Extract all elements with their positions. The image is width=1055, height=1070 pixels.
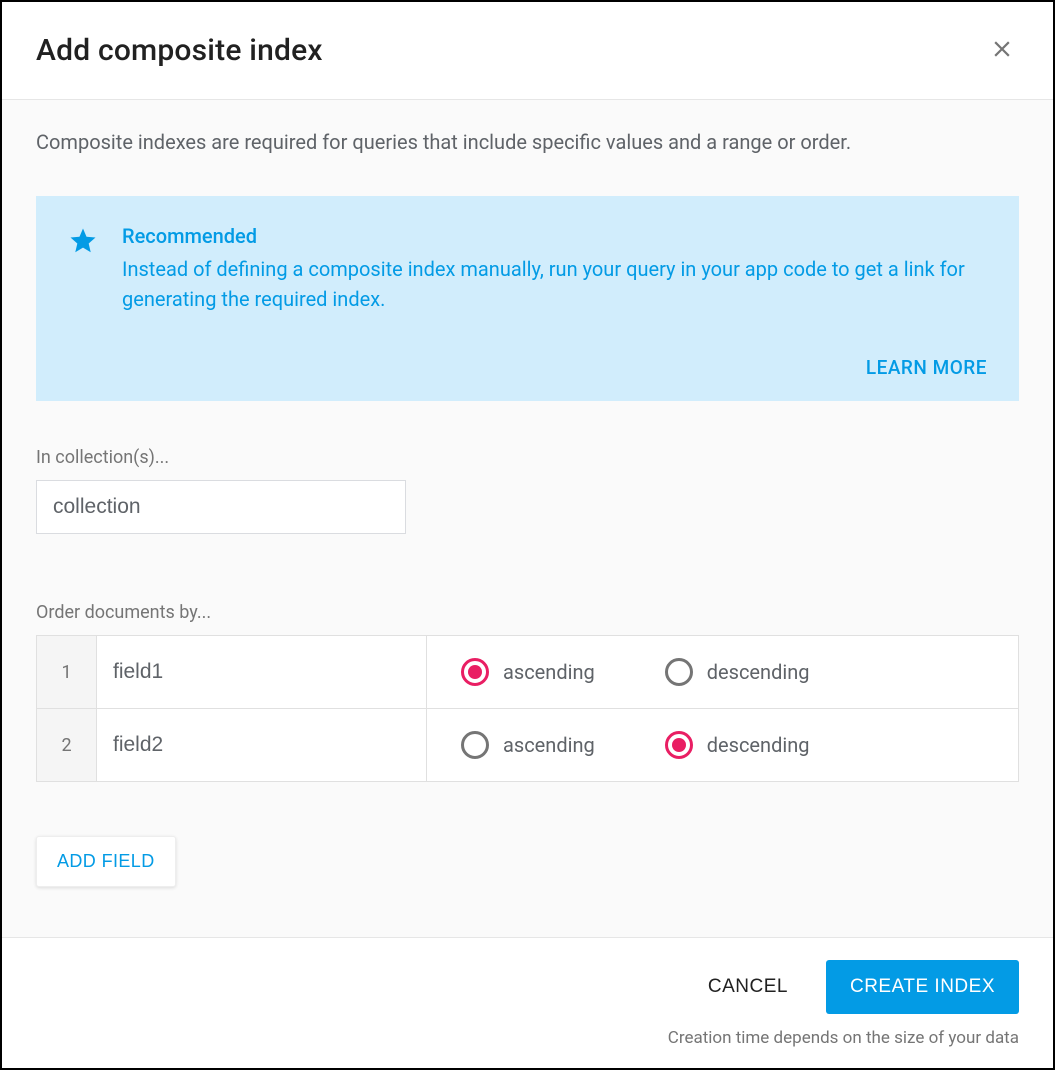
sort-cell: ascending descending xyxy=(427,709,1019,782)
recommendation-row: Recommended Instead of defining a compos… xyxy=(68,224,987,314)
cancel-button[interactable]: CANCEL xyxy=(704,964,792,1010)
radio-unchecked-icon xyxy=(461,731,489,759)
add-field-button[interactable]: ADD FIELD xyxy=(36,836,176,887)
fields-table: 1 ascending descending xyxy=(36,635,1019,782)
ascending-radio[interactable]: ascending xyxy=(461,658,595,686)
descending-label: descending xyxy=(707,733,810,757)
field-name-input[interactable] xyxy=(97,709,426,781)
radio-unchecked-icon xyxy=(665,658,693,686)
recommendation-box: Recommended Instead of defining a compos… xyxy=(36,196,1019,401)
dialog-footer: CANCEL CREATE INDEX Creation time depend… xyxy=(2,937,1053,1068)
descending-radio[interactable]: descending xyxy=(665,731,810,759)
field-name-input[interactable] xyxy=(97,636,426,708)
dialog-body: Composite indexes are required for queri… xyxy=(2,100,1053,937)
description-text: Composite indexes are required for queri… xyxy=(36,128,1019,156)
footer-note: Creation time depends on the size of you… xyxy=(36,1028,1019,1048)
ascending-radio[interactable]: ascending xyxy=(461,731,595,759)
footer-buttons: CANCEL CREATE INDEX xyxy=(36,960,1019,1014)
descending-radio[interactable]: descending xyxy=(665,658,810,686)
recommendation-text: Instead of defining a composite index ma… xyxy=(122,254,987,314)
field-name-cell xyxy=(97,709,427,782)
collection-label: In collection(s)... xyxy=(36,447,1019,468)
row-number: 1 xyxy=(37,636,97,709)
collection-input[interactable] xyxy=(36,480,406,534)
ascending-label: ascending xyxy=(503,660,595,684)
close-icon xyxy=(989,50,1015,65)
ascending-label: ascending xyxy=(503,733,595,757)
table-row: 1 ascending descending xyxy=(37,636,1019,709)
learn-more-link[interactable]: LEARN MORE xyxy=(68,356,987,379)
star-icon xyxy=(68,226,98,314)
sort-cell: ascending descending xyxy=(427,636,1019,709)
field-name-cell xyxy=(97,636,427,709)
sort-radio-group: ascending descending xyxy=(461,709,984,781)
close-button[interactable] xyxy=(985,32,1019,69)
descending-label: descending xyxy=(707,660,810,684)
order-label: Order documents by... xyxy=(36,602,1019,623)
sort-radio-group: ascending descending xyxy=(461,636,984,708)
table-row: 2 ascending descending xyxy=(37,709,1019,782)
dialog-header: Add composite index xyxy=(2,2,1053,100)
add-composite-index-dialog: Add composite index Composite indexes ar… xyxy=(0,0,1055,1070)
radio-checked-icon xyxy=(461,658,489,686)
recommendation-content: Recommended Instead of defining a compos… xyxy=(122,224,987,314)
radio-checked-icon xyxy=(665,731,693,759)
row-number: 2 xyxy=(37,709,97,782)
create-index-button[interactable]: CREATE INDEX xyxy=(826,960,1019,1014)
dialog-title: Add composite index xyxy=(36,33,323,68)
recommendation-title: Recommended xyxy=(122,224,987,248)
